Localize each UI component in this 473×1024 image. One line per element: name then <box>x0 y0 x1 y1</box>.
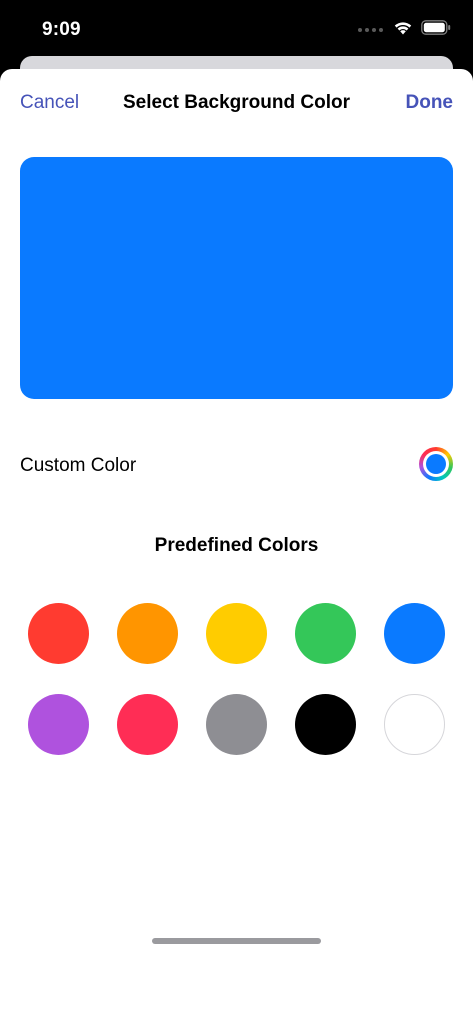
wifi-icon <box>393 20 413 40</box>
predefined-colors-grid <box>28 603 445 755</box>
swatch-purple[interactable] <box>28 694 89 755</box>
swatch-black[interactable] <box>295 694 356 755</box>
status-bar: 9:09 <box>0 0 473 62</box>
swatch-gray[interactable] <box>206 694 267 755</box>
screen: 9:09 Cancel Select Background Color Done… <box>0 0 473 1024</box>
custom-color-row[interactable]: Custom Color <box>20 442 453 488</box>
current-color-dot <box>426 454 446 474</box>
done-button[interactable]: Done <box>406 92 454 114</box>
custom-color-label: Custom Color <box>20 455 137 476</box>
swatch-red[interactable] <box>28 603 89 664</box>
swatch-orange[interactable] <box>117 603 178 664</box>
swatch-white[interactable] <box>384 694 445 755</box>
swatch-pink[interactable] <box>117 694 178 755</box>
page-title: Select Background Color <box>123 92 350 113</box>
cellular-signal-icon <box>358 28 383 32</box>
status-time: 9:09 <box>42 19 81 40</box>
battery-icon <box>421 20 451 40</box>
home-indicator[interactable] <box>152 938 321 944</box>
swatch-green[interactable] <box>295 603 356 664</box>
swatch-blue[interactable] <box>384 603 445 664</box>
status-indicators <box>358 20 451 40</box>
color-preview <box>20 157 453 399</box>
color-well-button[interactable] <box>419 447 453 481</box>
color-picker-sheet: Cancel Select Background Color Done Cust… <box>0 69 473 1024</box>
predefined-colors-title: Predefined Colors <box>154 535 319 556</box>
navigation-bar: Cancel Select Background Color Done <box>0 69 473 139</box>
swatch-yellow[interactable] <box>206 603 267 664</box>
